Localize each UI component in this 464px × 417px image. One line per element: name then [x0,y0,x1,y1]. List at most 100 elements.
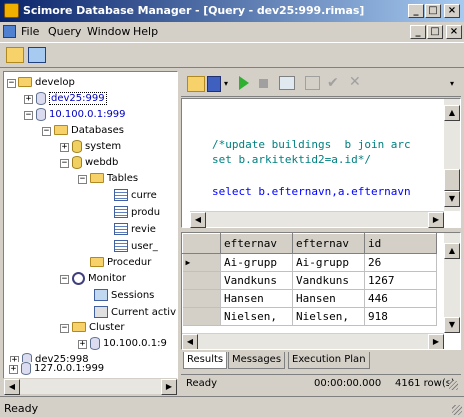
tree-item-table[interactable]: produ [114,205,160,221]
collapse-icon[interactable]: − [60,324,69,333]
table-row[interactable]: ▶ Ai-grupp Ai-grupp 26 [182,253,437,272]
tab-execution-plan[interactable]: Execution Plan [288,352,370,369]
scroll-right-icon[interactable]: ▶ [161,379,177,395]
collapse-icon[interactable]: − [24,111,33,120]
toolbar-overflow-icon[interactable]: ▾ [450,79,454,88]
menu-query[interactable]: Query [48,25,81,38]
tree-item-develop[interactable]: develop [18,75,75,91]
tree-item-monitor[interactable]: Monitor [72,271,126,287]
table-cell[interactable]: Vandkuns [220,271,293,290]
grid-icon[interactable] [305,76,320,90]
query-status-rows: 4161 row(s) [395,378,455,389]
expand-icon[interactable]: + [24,95,33,104]
scroll-left-icon[interactable]: ◀ [190,212,206,228]
scroll-thumb[interactable] [444,169,460,191]
tree-item-tables[interactable]: Tables [90,171,138,187]
open-folder-icon[interactable] [6,47,24,63]
minimize-button[interactable]: _ [408,4,424,18]
menu-window[interactable]: Window [87,25,130,38]
tab-messages[interactable]: Messages [228,352,286,369]
collapse-icon[interactable]: − [60,275,69,284]
editor-vscrollbar[interactable]: ▲ ▼ [444,99,460,211]
table-cell[interactable]: 918 [364,307,437,326]
query-editor[interactable]: /*update buildings b join arc set b.arki… [181,98,461,228]
save-icon[interactable] [207,76,221,92]
collapse-icon[interactable]: − [7,79,16,88]
table-cell[interactable]: 446 [364,289,437,308]
tree-item-table[interactable]: curre [114,188,157,204]
check-icon[interactable]: ✔ [327,75,339,91]
tree-item-cluster[interactable]: Cluster [72,320,125,336]
collapse-icon[interactable]: − [42,127,51,136]
table-cell[interactable]: Nielsen, [220,307,293,326]
tree-item-table[interactable]: user_ [114,239,158,255]
execute-icon[interactable] [239,76,249,90]
close-button[interactable]: × [444,4,460,18]
collapse-icon[interactable]: − [78,175,87,184]
column-header[interactable]: id [364,233,437,254]
tree-item-server2[interactable]: 10.100.0.1:999 [36,107,126,123]
tree-item-sessions[interactable]: Sessions [94,288,154,304]
tree-item-server1[interactable]: dev25:999 [36,91,107,107]
mdi-restore-button[interactable]: □ [427,25,443,39]
table-cell[interactable]: 26 [364,253,437,272]
row-header[interactable] [182,289,221,308]
expand-icon[interactable]: + [78,340,87,349]
tab-results[interactable]: Results [183,352,228,369]
scroll-right-icon[interactable]: ▶ [428,334,444,349]
cancel-icon[interactable]: ✕ [349,74,361,90]
expand-icon[interactable]: + [9,365,18,374]
menu-help[interactable]: Help [133,25,158,38]
open-icon[interactable] [187,76,205,92]
restore-button[interactable]: □ [425,4,441,18]
tree-item-procedures[interactable]: Procedur [90,255,151,271]
table-row[interactable]: Hansen Hansen 446 [182,289,437,308]
mdi-minimize-button[interactable]: _ [410,25,426,39]
mdi-close-button[interactable]: × [446,25,462,39]
grid-hscrollbar[interactable]: ◀ ▶ [182,333,444,349]
scroll-up-icon[interactable]: ▲ [444,243,460,259]
tree-item-webdb[interactable]: webdb [72,155,118,171]
tree-hscrollbar[interactable]: ◀ ▶ [4,378,177,395]
new-query-icon[interactable] [28,47,46,63]
tree-item-current-activity[interactable]: Current activ [94,305,176,321]
column-header[interactable]: efternav [220,233,293,254]
collapse-icon[interactable]: − [60,159,69,168]
scroll-down-icon[interactable]: ▼ [444,317,460,333]
tree-item-table[interactable]: revie [114,222,156,238]
app-icon[interactable] [4,3,19,18]
menu-file[interactable]: File [21,25,39,38]
editor-hscrollbar[interactable]: ◀ ▶ [190,211,444,228]
document-icon[interactable] [3,25,16,38]
row-header[interactable] [182,307,221,326]
table-cell[interactable]: Vandkuns [292,271,365,290]
object-explorer: − develop + dev25:999 − 10.100.0.1:999 −… [3,71,178,379]
table-row[interactable]: Nielsen, Nielsen, 918 [182,307,437,326]
resize-grip-icon[interactable] [449,381,458,390]
grid-vscrollbar[interactable]: ▲ ▼ [444,233,460,333]
column-header[interactable]: efternav [292,233,365,254]
scroll-down-icon[interactable]: ▼ [444,191,460,207]
tree-item-cluster-node[interactable]: 10.100.0.1:9 [90,336,167,352]
expand-icon[interactable]: + [60,143,69,152]
scroll-left-icon[interactable]: ◀ [182,334,198,349]
tree-item-databases[interactable]: Databases [54,123,124,139]
table-cell[interactable]: Nielsen, [292,307,365,326]
window-resize-grip-icon[interactable] [452,405,462,415]
layout-icon[interactable] [279,76,295,90]
title-bar[interactable]: Scimore Database Manager - [Query - dev2… [0,0,464,22]
tree-item-system[interactable]: system [72,139,121,155]
table-cell[interactable]: Ai-grupp [292,253,365,272]
table-cell[interactable]: Ai-grupp [220,253,293,272]
scroll-left-icon[interactable]: ◀ [4,379,20,395]
row-header[interactable] [182,271,221,290]
scroll-up-icon[interactable]: ▲ [444,105,460,121]
table-cell[interactable]: 1267 [364,271,437,290]
tree-item-server4[interactable]: 127.0.0.1:999 [21,361,104,377]
save-dropdown-icon[interactable]: ▾ [224,79,228,88]
table-cell[interactable]: Hansen [292,289,365,308]
table-row[interactable]: Vandkuns Vandkuns 1267 [182,271,437,290]
stop-icon[interactable] [259,79,268,88]
scroll-right-icon[interactable]: ▶ [428,212,444,228]
table-cell[interactable]: Hansen [220,289,293,308]
